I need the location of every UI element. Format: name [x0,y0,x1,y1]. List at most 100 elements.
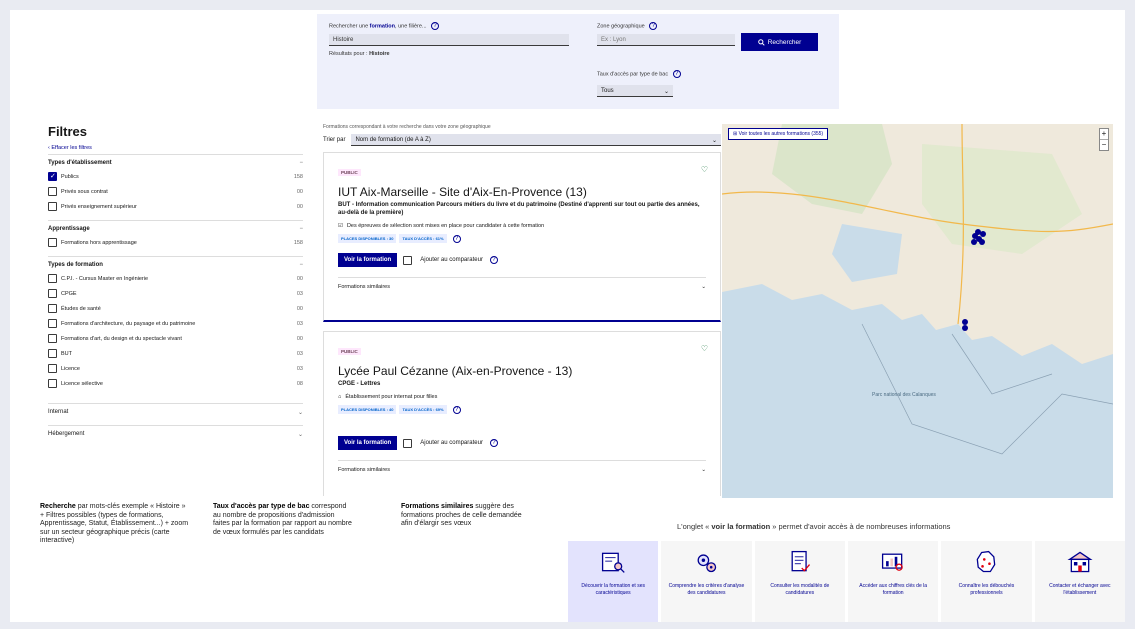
filter-option[interactable]: Études de santé 00 [48,304,303,313]
feature-tile[interactable]: Accéder aux chiffres clés de la formatio… [847,541,939,622]
help-icon[interactable]: ? [672,70,681,78]
checkbox[interactable] [48,172,57,181]
feature-tiles: Découvrir la formation et ses caractéris… [568,541,1125,622]
help-icon[interactable]: ? [489,439,498,447]
checklist-icon [791,550,810,572]
checkbox[interactable] [48,238,57,247]
formation-card: PUBLIC ♡ IUT Aix-Marseille - Site d'Aix-… [323,152,721,322]
filter-group-header[interactable]: Internat ⌄ [48,409,303,416]
tags: PLACES DISPONIBLES : 30 TAUX D'ACCÈS : 6… [338,234,706,243]
filter-option[interactable]: Licence sélective 08 [48,379,303,388]
filter-option[interactable]: Privés sous contrat 00 [48,187,303,196]
filter-option[interactable]: Formations d'architecture, du paysage et… [48,319,303,328]
filter-option[interactable]: Privés enseignement supérieur 00 [48,202,303,211]
view-formation-button[interactable]: Voir la formation [338,253,398,267]
feature-tile[interactable]: Découvrir la formation et ses caractéris… [568,541,659,622]
zone-input[interactable]: Ex : Lyon [597,34,735,46]
feature-tile[interactable]: Connaître les débouchés professionnels [941,541,1032,622]
sort-select[interactable]: Nom de formation (de A à Z) ⌄ [351,134,721,146]
annotation-similaires: Formations similaires suggère des format… [401,503,522,527]
help-icon[interactable]: ? [431,22,440,30]
map-marker[interactable] [975,229,981,235]
feature-tile[interactable]: Contacter et échanger avec l'établisseme… [1034,541,1125,622]
chart-search-icon [882,553,903,571]
filter-group-header[interactable]: Apprentissage − [48,226,303,232]
similar-formations-toggle[interactable]: Formations similaires ⌄ [338,277,706,290]
rate-label: Taux d'accès par type de bac ? [597,70,681,78]
rate-tag: TAUX D'ACCÈS : 69% [399,405,447,414]
search-label: Rechercher une formation, une filière...… [329,22,569,30]
checkbox[interactable] [48,304,57,313]
checkbox[interactable] [48,274,57,283]
checkbox[interactable] [48,379,57,388]
chevron-down-icon: ⌄ [297,432,303,438]
checkbox[interactable] [48,319,57,328]
checkbox[interactable] [48,289,57,298]
checkbox[interactable] [403,255,413,265]
zoom-in-button[interactable]: + [1100,129,1108,139]
search-suggestion[interactable]: Résultats pour : Histoire [329,51,569,57]
filter-option[interactable]: Formations d'art, du design et du specta… [48,334,303,343]
favorite-heart-icon[interactable]: ♡ [701,344,708,353]
interactive-map[interactable]: Parc national des Calanques ⊞ Voir toute… [722,124,1113,498]
feature-tile[interactable]: Comprendre les critères d'analyse des ca… [661,541,752,622]
zoom-out-button[interactable]: − [1100,139,1108,150]
chevron-down-icon: ⌄ [701,284,706,290]
filter-option[interactable]: Licence 03 [48,364,303,373]
favorite-heart-icon[interactable]: ♡ [701,165,708,174]
map-marker[interactable] [962,325,968,331]
filter-group-etablissement: Types d'établissement− Publics158 Privés… [48,154,303,220]
map-marker[interactable] [962,319,968,325]
document-icon: ☑ [338,223,343,229]
checkbox[interactable] [48,349,57,358]
filter-option[interactable]: Formations hors apprentissage 158 [48,238,303,247]
chevron-down-icon: ⌄ [663,89,669,95]
zone-label: Zone géographique ? [597,22,735,30]
show-all-formations-button[interactable]: ⊞ Voir toutes les autres formations (355… [728,128,829,140]
checkbox[interactable] [48,187,57,196]
compare-toggle[interactable]: Ajouter au comparateur? [403,255,498,265]
filter-group-types-formation: Types de formation − C.P.I. - Cursus Mast… [48,256,303,397]
results-panel: Formations correspondant à votre recherc… [323,124,721,496]
map-marker[interactable] [979,239,985,245]
view-formation-button[interactable]: Voir la formation [338,436,398,450]
formation-subtitle: CPGE - Lettres [338,381,381,387]
help-icon[interactable]: ? [452,405,461,414]
help-icon[interactable]: ? [649,22,658,30]
status-badge: PUBLIC [338,169,361,176]
school-icon [1067,551,1093,573]
formation-title[interactable]: IUT Aix-Marseille - Site d'Aix-En-Proven… [338,185,706,199]
formation-title[interactable]: Lycée Paul Cézanne (Aix-en-Provence - 13… [338,364,706,378]
checkbox[interactable] [48,334,57,343]
compare-toggle[interactable]: Ajouter au comparateur? [403,438,498,448]
formation-subtitle: BUT - Information communication Parcours… [338,202,700,216]
filter-option[interactable]: C.P.I. - Cursus Master en Ingénierie 00 [48,274,303,283]
filter-group-header[interactable]: Hébergement ⌄ [48,431,303,438]
clear-filters-link[interactable]: ‹ Effacer les filtres [48,145,303,151]
checkbox[interactable] [48,202,57,211]
rate-select[interactable]: Tous ⌄ [597,85,673,97]
filter-option[interactable]: BUT 03 [48,349,303,358]
search-button[interactable]: Rechercher [741,33,818,51]
filter-option[interactable]: Publics158 [48,172,303,181]
filter-group-internat: Internat ⌄ [48,403,303,425]
checkbox[interactable] [48,364,57,373]
help-icon[interactable]: ? [452,234,461,243]
filter-group-header[interactable]: Types de formation − [48,262,303,268]
feature-tile[interactable]: Consulter les modalités de candidatures [754,541,845,622]
chevron-up-icon: − [299,226,303,232]
search-icon [757,38,765,46]
filter-group-header[interactable]: Types d'établissement − [48,160,303,166]
help-icon[interactable]: ? [489,256,498,264]
filter-group-apprentissage: Apprentissage − Formations hors apprentis… [48,220,303,256]
filter-option[interactable]: CPGE 03 [48,289,303,298]
tags: PLACES DISPONIBLES : 40 TAUX D'ACCÈS : 6… [338,405,706,414]
checkbox[interactable] [403,438,413,448]
similar-formations-toggle[interactable]: Formations similaires ⌄ [338,460,706,473]
chevron-down-icon: ⌄ [297,410,303,416]
search-input[interactable]: Histoire [329,34,569,46]
formation-info: ☑ Des épreuves de sélection sont mises en… [338,223,545,229]
zoom-controls: + − [1099,128,1109,151]
filters-title: Filtres [48,124,88,139]
map-marker[interactable] [971,239,977,245]
